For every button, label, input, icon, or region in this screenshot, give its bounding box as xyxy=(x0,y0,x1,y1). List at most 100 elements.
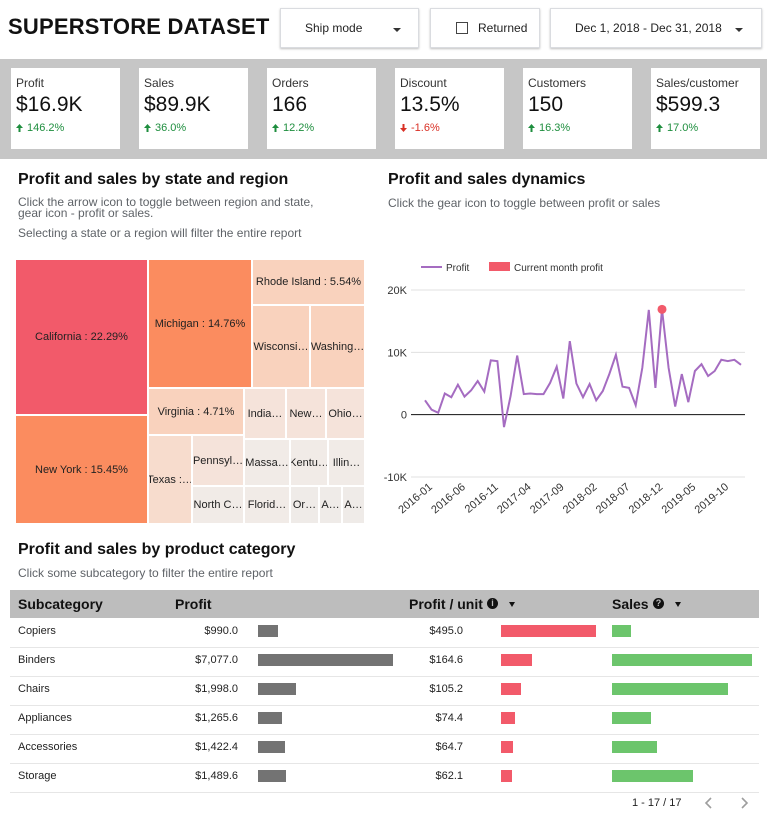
profit-unit-bar xyxy=(501,625,596,637)
treemap-tile[interactable]: Michigan : 14.76% xyxy=(148,259,252,388)
header-subcategory[interactable]: Subcategory xyxy=(18,596,103,612)
treemap-tile[interactable]: Massa… xyxy=(244,439,290,486)
treemap-title: Profit and sales by state and region xyxy=(18,171,289,188)
profit-bar xyxy=(258,741,285,753)
header-profit-unit[interactable]: Profit / unit xyxy=(409,596,483,612)
treemap-tile[interactable]: California : 22.29% xyxy=(15,259,148,415)
treemap-tile[interactable]: Or… xyxy=(290,486,319,524)
arrow-up-icon xyxy=(16,124,23,132)
checkbox-icon[interactable] xyxy=(456,22,468,34)
current-month-point[interactable] xyxy=(657,304,667,314)
chevron-right-icon[interactable] xyxy=(738,796,750,810)
dynamics-subtitle: Click the gear icon to toggle between pr… xyxy=(388,196,661,210)
sort-desc-icon[interactable] xyxy=(509,602,515,607)
treemap-tile[interactable]: A… xyxy=(342,486,365,524)
profit-bar xyxy=(258,712,282,724)
profit-series-line[interactable] xyxy=(424,309,742,428)
kpi-change: 146.2% xyxy=(16,122,115,134)
treemap-tile[interactable]: North C… xyxy=(192,486,244,524)
help-icon[interactable]: ? xyxy=(653,598,664,609)
cell-profit: $1,489.6 xyxy=(195,770,238,782)
returned-checkbox-control[interactable]: Returned xyxy=(430,8,540,48)
treemap-tile[interactable]: New… xyxy=(286,388,326,439)
legend-current-swatch xyxy=(489,262,510,271)
header-profit[interactable]: Profit xyxy=(175,596,212,612)
sales-bar xyxy=(612,683,728,695)
kpi-change-value: 12.2% xyxy=(283,122,315,134)
kpi-value: 166 xyxy=(272,93,308,116)
legend-current-label: Current month profit xyxy=(514,263,603,274)
table-header: Subcategory Profit Profit / unit i Sales… xyxy=(10,590,759,618)
kpi-change: 12.2% xyxy=(272,122,371,134)
state-treemap[interactable]: California : 22.29% New York : 15.45% Mich… xyxy=(15,259,365,524)
row-divider xyxy=(10,705,759,706)
cell-profit-unit: $164.6 xyxy=(429,654,463,666)
kpi-label: Sales xyxy=(144,76,175,90)
info-icon[interactable]: i xyxy=(487,598,498,609)
treemap-tile[interactable]: Wisconsi… xyxy=(252,305,310,388)
ship-mode-dropdown[interactable]: Ship mode xyxy=(280,8,419,48)
row-divider xyxy=(10,676,759,677)
kpi-card-discount: Discount 13.5% -1.6% xyxy=(395,68,504,149)
row-divider xyxy=(10,647,759,648)
treemap-tile[interactable]: Rhode Island : 5.54% xyxy=(252,259,365,305)
cell-subcategory[interactable]: Copiers xyxy=(18,625,56,637)
kpi-card-customers: Customers 150 16.3% xyxy=(523,68,632,149)
treemap-tile[interactable]: Virginia : 4.71% xyxy=(148,388,244,435)
treemap-tile[interactable]: New York : 15.45% xyxy=(15,415,148,524)
cell-subcategory[interactable]: Storage xyxy=(18,770,57,782)
cell-subcategory[interactable]: Binders xyxy=(18,654,55,666)
category-subtitle: Click some subcategory to filter the ent… xyxy=(18,566,273,580)
y-tick-label: 0 xyxy=(401,410,407,422)
treemap-tile[interactable]: Illin… xyxy=(328,439,365,486)
treemap-tile[interactable]: Kentu… xyxy=(290,439,328,486)
treemap-tile[interactable]: Texas :… xyxy=(148,435,192,524)
chevron-left-icon[interactable] xyxy=(703,796,715,810)
x-tick-label: 2018-12 xyxy=(627,481,666,516)
cell-profit-unit: $495.0 xyxy=(429,625,463,637)
treemap-subtitle-3: Selecting a state or a region will filte… xyxy=(18,226,302,240)
treemap-tile[interactable]: Pennsyl… xyxy=(192,435,244,486)
cell-profit: $1,998.0 xyxy=(195,683,238,695)
treemap-tile[interactable]: India… xyxy=(244,388,286,439)
profit-unit-bar xyxy=(501,770,512,782)
sales-bar xyxy=(612,625,631,637)
treemap-tile[interactable]: Florid… xyxy=(244,486,290,524)
x-tick-label: 2017-04 xyxy=(495,481,534,516)
sort-desc-icon[interactable] xyxy=(675,602,681,607)
chevron-down-icon xyxy=(393,28,401,32)
profit-bar xyxy=(258,625,278,637)
arrow-up-icon xyxy=(528,124,535,132)
profit-line-chart[interactable]: 20K10K0-10K2016-012016-062016-112017-042… xyxy=(380,250,765,525)
cell-subcategory[interactable]: Accessories xyxy=(18,741,77,753)
arrow-up-icon xyxy=(656,124,663,132)
kpi-label: Customers xyxy=(528,76,587,90)
returned-label: Returned xyxy=(478,21,528,35)
cell-profit: $990.0 xyxy=(204,625,238,637)
x-tick-label: 2016-01 xyxy=(396,481,435,516)
treemap-tile[interactable]: Washing… xyxy=(310,305,365,388)
legend-profit-label: Profit xyxy=(446,263,470,274)
cell-profit-unit: $74.4 xyxy=(435,712,463,724)
kpi-card-profit: Profit $16.9K 146.2% xyxy=(11,68,120,149)
sales-bar xyxy=(612,770,693,782)
row-divider xyxy=(10,792,759,793)
kpi-value: 13.5% xyxy=(400,93,460,116)
header-sales[interactable]: Sales xyxy=(612,596,649,612)
kpi-label: Sales/customer xyxy=(656,76,739,90)
treemap-tile[interactable]: A… xyxy=(319,486,342,524)
date-range-picker[interactable]: Dec 1, 2018 - Dec 31, 2018 xyxy=(550,8,762,48)
treemap-tile[interactable]: Ohio… xyxy=(326,388,365,439)
cell-subcategory[interactable]: Appliances xyxy=(18,712,72,724)
kpi-value: 150 xyxy=(528,93,564,116)
profit-bar xyxy=(258,683,296,695)
kpi-change-value: -1.6% xyxy=(411,122,440,134)
kpi-card-sales-per-customer: Sales/customer $599.3 17.0% xyxy=(651,68,760,149)
cell-profit-unit: $105.2 xyxy=(429,683,463,695)
report-title: SUPERSTORE DATASET xyxy=(8,14,270,39)
x-tick-label: 2017-09 xyxy=(528,481,567,516)
arrow-down-icon xyxy=(400,124,407,132)
cell-subcategory[interactable]: Chairs xyxy=(18,683,50,695)
ship-mode-label: Ship mode xyxy=(305,21,363,35)
chevron-down-icon xyxy=(735,28,743,32)
